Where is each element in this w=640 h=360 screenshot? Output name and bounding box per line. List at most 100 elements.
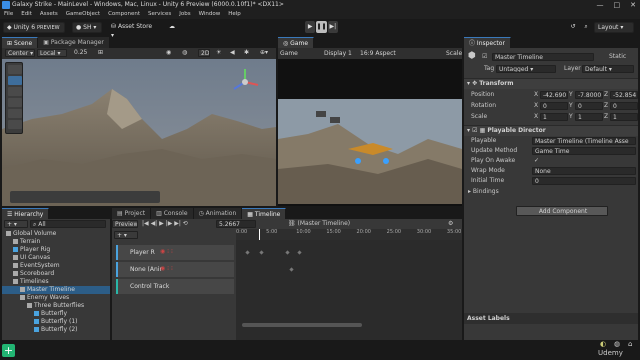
transform-y-field[interactable]: 1: [575, 113, 603, 121]
asset-store-button[interactable]: ⛁ Asset Store ▾: [108, 22, 160, 39]
transform-header[interactable]: ▾ ✥ Transform: [464, 78, 638, 89]
gizmos-icon[interactable]: ⊕▾: [258, 49, 272, 57]
hierarchy-item[interactable]: Player Rig: [2, 246, 110, 254]
hierarchy-item[interactable]: Butterfly (2): [2, 326, 110, 334]
snap-value[interactable]: 0.25: [72, 49, 92, 57]
transform-x-field[interactable]: -42.690: [540, 91, 568, 99]
hierarchy-item[interactable]: Timelines: [2, 278, 110, 286]
transform-y-field[interactable]: -7.8000: [575, 91, 603, 99]
account-button[interactable]: ● SH ▾: [72, 22, 102, 33]
static-toggle[interactable]: Static: [609, 53, 626, 61]
tag-dropdown[interactable]: Untagged ▾: [496, 65, 556, 73]
tab-console[interactable]: ▥ Console: [151, 208, 194, 219]
active-checkbox[interactable]: ☑: [482, 53, 487, 61]
rect-tool-icon[interactable]: [8, 109, 22, 118]
tab-scene[interactable]: ⊞ Scene: [2, 37, 39, 48]
track-record-icon[interactable]: ◉ ⁝ ⁝: [160, 248, 196, 257]
transform-z-field[interactable]: 0: [610, 102, 638, 110]
view-tool-icon[interactable]: [8, 65, 22, 74]
space-dropdown[interactable]: Local ▾: [37, 49, 67, 57]
hierarchy-item[interactable]: EventSystem: [2, 262, 110, 270]
director-field-value[interactable]: ✓: [532, 157, 636, 165]
tab-inspector[interactable]: ⓘ Inspector: [464, 37, 511, 48]
hierarchy-item[interactable]: UI Canvas: [2, 254, 110, 262]
cloud-icon[interactable]: ☁: [166, 22, 178, 33]
timeline-time-field[interactable]: 5.2667: [216, 220, 256, 228]
menu-edit[interactable]: Edit: [21, 10, 32, 19]
wireframe-icon[interactable]: ◍: [180, 49, 190, 57]
timeline-preview-toggle[interactable]: Preview: [112, 220, 138, 228]
2d-toggle[interactable]: 2D: [198, 49, 210, 57]
effects-icon[interactable]: ✱: [242, 49, 252, 57]
menu-gameobject[interactable]: GameObject: [66, 10, 100, 19]
scene-view[interactable]: [2, 59, 276, 206]
add-component-button[interactable]: Add Component: [516, 206, 608, 216]
menu-window[interactable]: Window: [199, 10, 221, 19]
hierarchy-item[interactable]: Enemy Waves: [2, 294, 110, 302]
object-name-field[interactable]: Master Timeline: [492, 53, 594, 61]
menu-assets[interactable]: Assets: [40, 10, 58, 19]
tab-animation[interactable]: ◷ Animation: [193, 208, 243, 219]
director-field-value[interactable]: Master Timeline (Timeline Asse: [532, 137, 636, 145]
transform-x-field[interactable]: 1: [540, 113, 568, 121]
shading-sphere-icon[interactable]: ◉: [164, 49, 174, 57]
timeline-scrollbar[interactable]: [242, 323, 362, 327]
tab-game[interactable]: ◎ Game: [278, 37, 315, 48]
tab-project[interactable]: ▤ Project: [112, 208, 152, 219]
game-view[interactable]: [278, 59, 462, 206]
minimize-button[interactable]: —: [597, 0, 604, 10]
menu-help[interactable]: Help: [228, 10, 241, 19]
bindings-foldout[interactable]: ▸ Bindings: [468, 188, 499, 196]
timeline-ruler[interactable]: 0:00 5:00 10:00 15:00 20:00 25:00 30:00 35:00: [236, 229, 462, 240]
asset-labels-header[interactable]: Asset Labels: [464, 313, 638, 324]
hierarchy-item[interactable]: Master Timeline: [2, 286, 110, 294]
timeline-settings-icon[interactable]: ⚙: [448, 220, 453, 228]
progress-icon[interactable]: ◍: [614, 340, 620, 348]
loop-icon[interactable]: ⟲: [183, 220, 188, 227]
hierarchy-search-input[interactable]: ⌕ All: [30, 220, 106, 228]
hierarchy-item[interactable]: Butterfly: [2, 310, 110, 318]
lighting-icon[interactable]: ☀: [214, 49, 224, 57]
playable-director-header[interactable]: ▾ ☑ ▦ Playable Director: [464, 125, 638, 136]
menu-jobs[interactable]: Jobs: [179, 10, 190, 19]
transform-y-field[interactable]: 0: [575, 102, 603, 110]
move-tool-icon[interactable]: [8, 76, 22, 85]
layer-dropdown[interactable]: Default ▾: [582, 65, 634, 73]
tab-hierarchy[interactable]: ☰ Hierarchy: [2, 208, 50, 219]
aspect-dropdown[interactable]: 16:9 Aspect: [360, 48, 396, 59]
pivot-dropdown[interactable]: Center ▾: [5, 49, 35, 57]
menu-component[interactable]: Component: [108, 10, 140, 19]
status-notification-icon[interactable]: ⌂: [628, 340, 632, 348]
track-record-icon[interactable]: ◉ ⁝ ⁝: [160, 265, 196, 274]
search-icon[interactable]: ⌕: [580, 22, 592, 33]
scene-orientation-gizmo[interactable]: [230, 67, 260, 97]
prev-frame-icon[interactable]: ◀|: [151, 220, 158, 227]
transform-tool-icon[interactable]: [8, 120, 22, 129]
unity-version-badge[interactable]: ◆ Unity 6 PREVIEW: [3, 22, 65, 33]
menu-services[interactable]: Services: [148, 10, 171, 19]
hierarchy-item[interactable]: Butterfly (1): [2, 318, 110, 326]
grid-icon[interactable]: ⊞: [96, 49, 106, 57]
menu-file[interactable]: File: [4, 10, 13, 19]
hierarchy-item[interactable]: Global Volume: [2, 230, 110, 238]
tab-timeline[interactable]: ▦ Timeline: [242, 208, 287, 219]
play-button[interactable]: ▶: [305, 21, 316, 33]
go-to-start-icon[interactable]: |◀: [142, 220, 149, 227]
next-frame-icon[interactable]: |▶: [166, 220, 173, 227]
timeline-play-icon[interactable]: ▶: [159, 220, 164, 227]
go-to-end-icon[interactable]: ▶|: [174, 220, 181, 227]
hierarchy-add-button[interactable]: + ▾: [4, 220, 28, 228]
add-track-button[interactable]: + ▾: [114, 231, 138, 239]
maximize-button[interactable]: □: [614, 0, 621, 10]
director-field-value[interactable]: None: [532, 167, 636, 175]
scale-tool-icon[interactable]: [8, 98, 22, 107]
rotate-tool-icon[interactable]: [8, 87, 22, 96]
transform-x-field[interactable]: 0: [540, 102, 568, 110]
scene-overlay-toolbar[interactable]: [10, 191, 160, 203]
layout-dropdown[interactable]: Layout ▾: [594, 22, 634, 33]
transform-z-field[interactable]: 1: [610, 113, 638, 121]
step-button[interactable]: ▶|: [327, 21, 338, 33]
close-button[interactable]: ✕: [630, 0, 636, 10]
director-field-value[interactable]: Game Time: [532, 147, 636, 155]
timeline-track-control[interactable]: Control Track: [116, 279, 234, 294]
